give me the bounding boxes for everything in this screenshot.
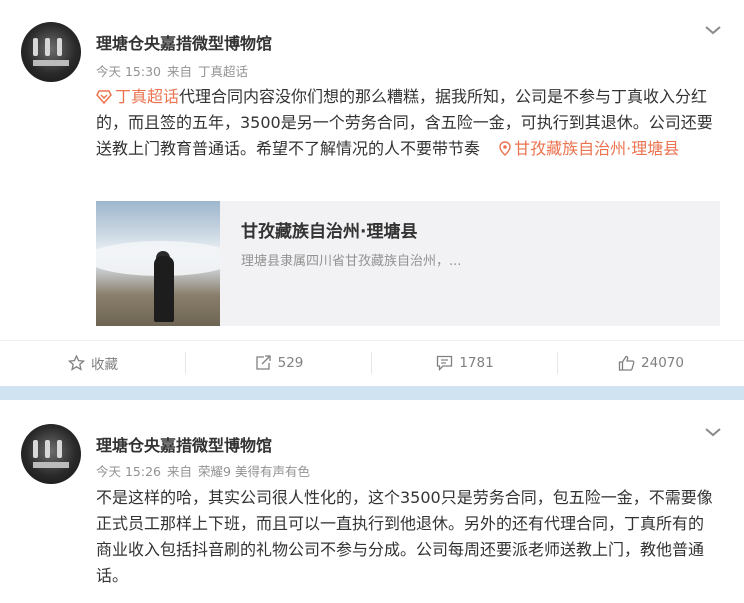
location-card-subtitle: 理塘县隶属四川省甘孜藏族自治州，... (241, 254, 462, 269)
super-topic-label: 丁真超话 (115, 87, 180, 106)
like-button[interactable]: 24070 (558, 341, 744, 385)
author-name[interactable]: 理塘仓央嘉措微型博物馆 (96, 30, 272, 54)
comment-count: 1781 (459, 355, 494, 371)
comment-icon (437, 355, 453, 371)
favorite-button[interactable]: 收藏 (0, 341, 186, 385)
weibo-post: 理塘仓央嘉措微型博物馆 今天 15:30 来自 丁真超话 丁真超话代理合同内容没你们… (0, 0, 744, 386)
location-card[interactable]: 甘孜藏族自治州·理塘县 理塘县隶属四川省甘孜藏族自治州，... (96, 201, 720, 326)
repost-button[interactable]: 529 (186, 341, 372, 385)
comment-button[interactable]: 1781 (372, 341, 558, 385)
source-prefix: 来自 (167, 464, 193, 479)
repost-count: 529 (277, 355, 304, 371)
repost-icon (255, 355, 271, 370)
post-time[interactable]: 今天 15:26 (96, 464, 161, 479)
super-topic-icon (96, 90, 112, 104)
post-source[interactable]: 荣耀9 美得有声有色 (198, 464, 310, 479)
chevron-down-icon[interactable] (704, 426, 722, 438)
thumbs-up-icon (618, 355, 635, 371)
source-prefix: 来自 (167, 64, 193, 79)
author-name[interactable]: 理塘仓央嘉措微型博物馆 (96, 432, 272, 456)
location-card-image (96, 201, 220, 326)
chevron-down-icon[interactable] (704, 24, 722, 36)
feed-divider (0, 386, 744, 400)
avatar[interactable] (21, 22, 81, 82)
like-count: 24070 (641, 355, 684, 371)
location-card-title: 甘孜藏族自治州·理塘县 (241, 222, 418, 242)
post-time[interactable]: 今天 15:30 (96, 64, 161, 79)
post-meta: 今天 15:30 来自 丁真超话 (96, 61, 248, 80)
star-icon (68, 355, 85, 371)
location-pin-icon (499, 141, 511, 156)
location-label: 甘孜藏族自治州·理塘县 (514, 139, 680, 158)
post-content: 不是这样的哈，其实公司很人性化的，这个3500只是劳务合同，包五险一金，不需要像… (96, 485, 718, 589)
super-topic-link[interactable]: 丁真超话 (96, 87, 179, 106)
favorite-label: 收藏 (91, 357, 118, 373)
location-link[interactable]: 甘孜藏族自治州·理塘县 (485, 139, 679, 158)
post-content: 丁真超话代理合同内容没你们想的那么糟糕，据我所知，公司是不参与丁真收入分红的，而… (96, 84, 718, 162)
weibo-post: 理塘仓央嘉措微型博物馆 今天 15:26 来自 荣耀9 美得有声有色 不是这样的哈，… (0, 400, 744, 603)
action-bar: 收藏 529 1781 24070 (0, 340, 744, 384)
post-meta: 今天 15:26 来自 荣耀9 美得有声有色 (96, 461, 310, 480)
post-source[interactable]: 丁真超话 (198, 64, 248, 79)
avatar[interactable] (21, 424, 81, 484)
post-text: 不是这样的哈，其实公司很人性化的，这个3500只是劳务合同，包五险一金，不需要像… (96, 488, 713, 585)
